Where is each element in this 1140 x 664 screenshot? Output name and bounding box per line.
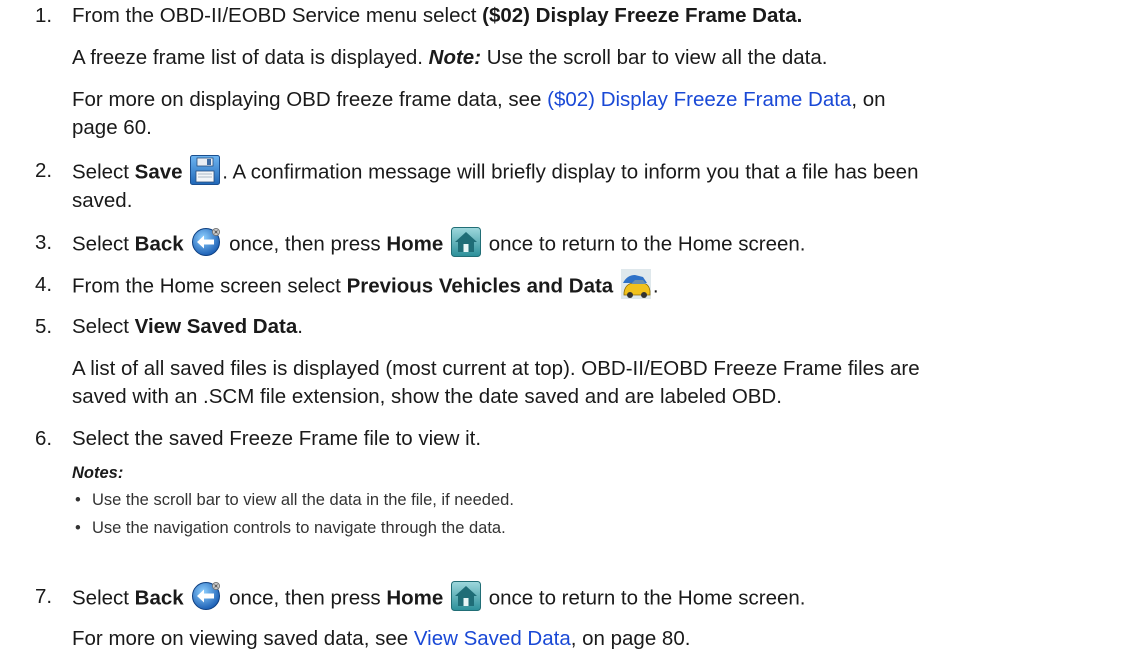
back-arrow-icon xyxy=(191,581,221,611)
view-saved-data-label: View Saved Data xyxy=(134,315,298,338)
back-label: Back xyxy=(134,232,184,256)
step-text: From the Home screen select Previous Veh… xyxy=(72,269,659,302)
previous-vehicles-label: Previous Vehicles and Data xyxy=(346,274,614,298)
save-icon xyxy=(190,155,221,185)
page-reference: page 60. xyxy=(72,116,152,139)
step-text: Select Back once, then press Home once t… xyxy=(72,581,806,614)
notes-label: Notes: xyxy=(72,464,124,482)
notes-label-wrap: Notes: xyxy=(72,462,123,484)
step-number: 6. xyxy=(35,427,53,450)
step-text-plain: . xyxy=(297,315,303,338)
step-number: 2. xyxy=(35,159,53,182)
step-number: 5. xyxy=(35,315,53,338)
step-text-plain: , on xyxy=(851,88,886,111)
reference-text: For more on viewing saved data, see View… xyxy=(72,626,690,652)
home-icon xyxy=(451,581,482,611)
step-text-plain: . A confirmation message will briefly di… xyxy=(222,160,919,184)
view-saved-data-link[interactable]: View Saved Data xyxy=(414,627,571,650)
menu-option-label: ($02) Display Freeze Frame Data. xyxy=(482,4,803,27)
note-text: Use the navigation controls to navigate … xyxy=(92,519,506,537)
step-number: 4. xyxy=(35,273,53,296)
step-text-plain: From the Home screen select xyxy=(72,274,347,298)
step-text-plain: once to return to the Home screen. xyxy=(483,232,806,256)
step-text-plain: Select xyxy=(72,315,135,338)
step-text: Select View Saved Data. xyxy=(72,314,303,340)
step-number: 1. xyxy=(35,4,53,27)
step-text: Select Back once, then press Home once t… xyxy=(72,227,806,260)
step-text-plain: once, then press xyxy=(223,586,387,610)
step-text-plain: From the OBD-II/EOBD Service menu select xyxy=(72,4,483,27)
step-detail-text: A list of all saved files is displayed (… xyxy=(72,357,920,380)
note-text: Use the scroll bar to view all the data … xyxy=(92,491,514,509)
note-label: Note: xyxy=(428,46,482,69)
step-text-cont: saved. xyxy=(72,189,133,212)
step-text-plain: Use the scroll bar to view all the data. xyxy=(481,46,828,69)
step-text-plain: Select xyxy=(72,160,135,184)
save-label: Save xyxy=(134,160,183,184)
step-text: Select the saved Freeze Frame file to vi… xyxy=(72,427,482,450)
step-number: 7. xyxy=(35,585,53,608)
step-text-plain: A freeze frame list of data is displayed… xyxy=(72,46,429,69)
home-icon xyxy=(451,227,482,257)
step-text-plain: . xyxy=(652,274,659,298)
step-text-plain: Select xyxy=(72,232,135,256)
step-detail-text: A freeze frame list of data is displayed… xyxy=(72,45,827,71)
step-text-plain: , on page 80. xyxy=(570,627,691,650)
step-text-plain: For more on viewing saved data, see xyxy=(72,627,414,650)
home-label: Home xyxy=(386,586,444,610)
home-label: Home xyxy=(386,232,444,256)
bullet: • xyxy=(75,491,81,509)
step-number: 3. xyxy=(35,231,53,254)
step-text: Select Save . A confirmation message wil xyxy=(72,155,919,188)
back-arrow-icon xyxy=(191,227,221,257)
step-text-plain: For more on displaying OBD freeze frame … xyxy=(72,88,548,111)
step-text-plain: Select xyxy=(72,586,135,610)
back-label: Back xyxy=(134,586,184,610)
step-text-plain: once, then press xyxy=(223,232,387,256)
manual-page: 1. From the OBD-II/EOBD Service menu sel… xyxy=(0,0,1140,664)
step-text-plain: once to return to the Home screen. xyxy=(483,586,806,610)
reference-text: For more on displaying OBD freeze frame … xyxy=(72,87,886,113)
step-detail-text: saved with an .SCM file extension, show … xyxy=(72,385,782,408)
freeze-frame-link[interactable]: ($02) Display Freeze Frame Data xyxy=(547,88,851,111)
previous-vehicles-icon xyxy=(620,269,651,299)
bullet: • xyxy=(75,519,81,537)
step-text: From the OBD-II/EOBD Service menu select… xyxy=(72,3,802,29)
